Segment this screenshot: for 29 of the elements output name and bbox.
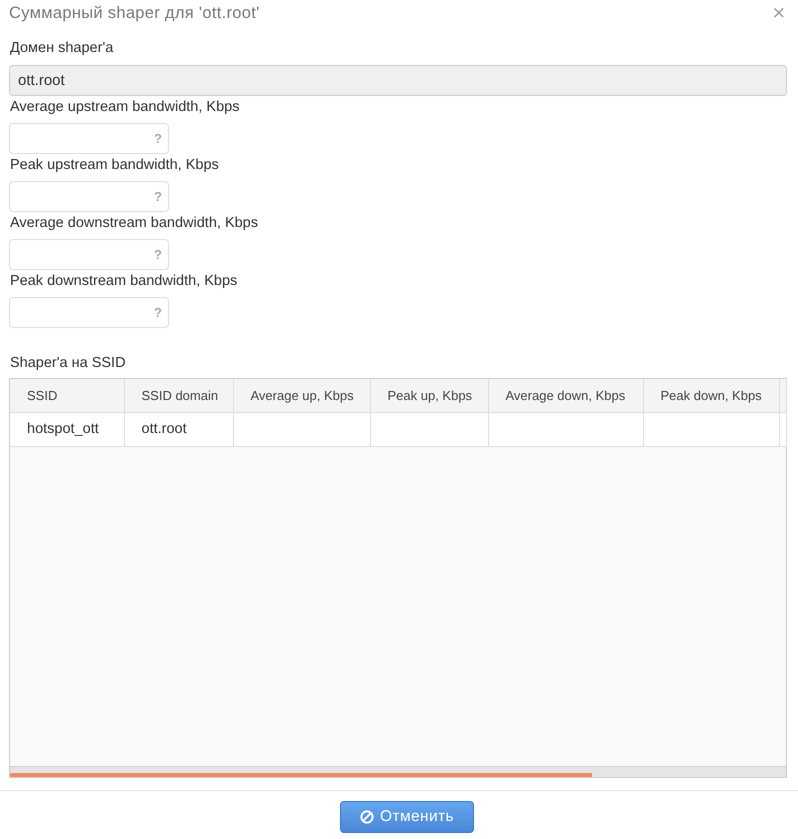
field-label: Peak upstream bandwidth, Kbps: [9, 156, 219, 176]
dialog-title: Суммарный shaper для 'ott.root': [9, 4, 260, 24]
domain-input[interactable]: ott.root: [9, 65, 787, 96]
number-input[interactable]: ?: [9, 123, 169, 154]
column-header: Average down, Kbps: [488, 379, 643, 412]
number-input[interactable]: ?: [9, 181, 169, 212]
field-label: Average upstream bandwidth, Kbps: [9, 98, 240, 118]
help-mark: ?: [154, 305, 162, 320]
table-cell: ott.root: [124, 412, 233, 446]
field-label: Average downstream bandwidth, Kbps: [9, 214, 258, 234]
table-cell: hotspot_ott: [10, 412, 124, 446]
column-header: SSID domain: [124, 379, 233, 412]
help-mark: ?: [154, 131, 162, 146]
help-mark: ?: [154, 189, 162, 204]
scrollbar-thumb[interactable]: [10, 773, 592, 778]
number-input[interactable]: ?: [9, 239, 169, 270]
column-header: SSID: [10, 379, 124, 412]
horizontal-scrollbar[interactable]: [10, 766, 786, 778]
column-header: Peak down, Kbps: [643, 379, 779, 412]
field-label: Домен shaper'a: [9, 39, 114, 58]
cancel-icon: [360, 810, 374, 824]
column-header: Average up, Kbps: [233, 379, 370, 412]
cancel-button[interactable]: Отменить: [340, 801, 474, 834]
field-label: Peak downstream bandwidth, Kbps: [9, 272, 238, 292]
column-header: Peak up, Kbps: [370, 379, 488, 412]
number-input[interactable]: ?: [9, 297, 169, 328]
close-button[interactable]: ×: [768, 4, 789, 22]
section-label: Shaper'a на SSID: [9, 354, 126, 374]
help-mark: ?: [154, 247, 162, 262]
